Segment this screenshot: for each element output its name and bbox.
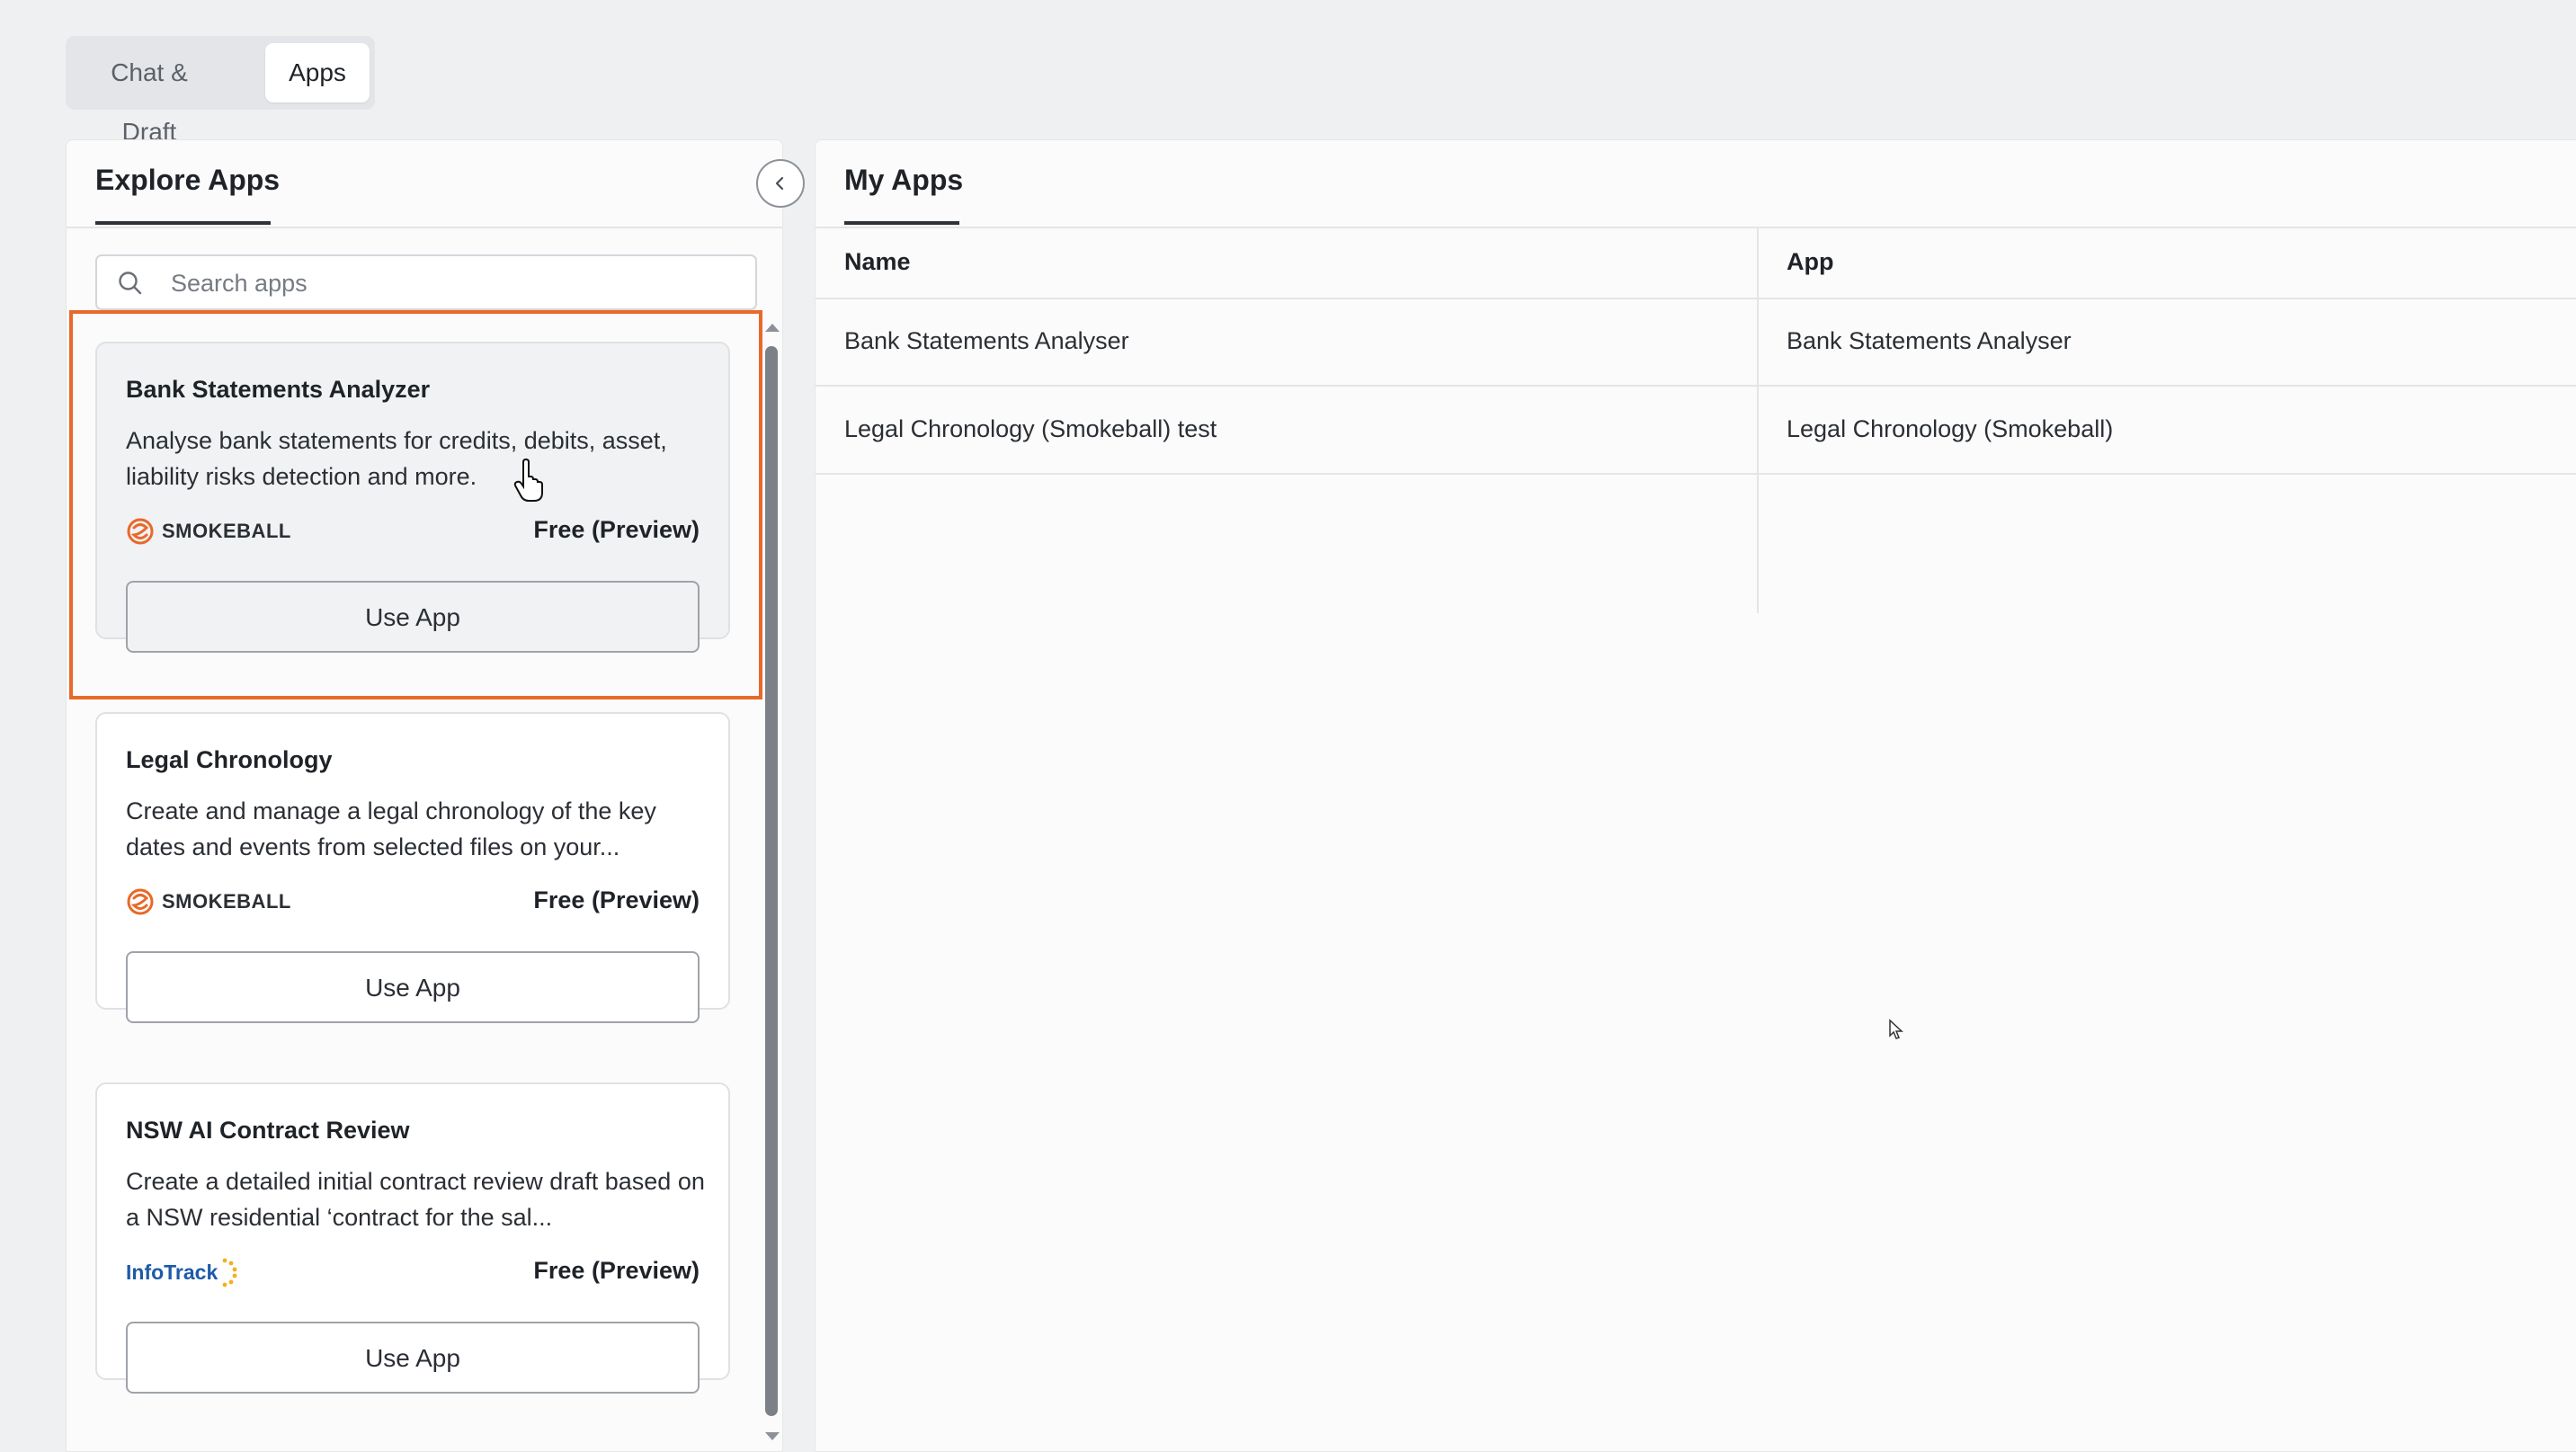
table-column-divider xyxy=(1757,227,1759,613)
collapse-panel-button[interactable] xyxy=(756,159,805,208)
smokeball-logo-icon xyxy=(127,888,154,915)
search-apps-input[interactable] xyxy=(169,262,730,305)
brand-name: SMOKEBALL xyxy=(162,890,291,913)
app-card-title: Bank Statements Analyzer xyxy=(126,376,431,403)
scrollbar-thumb[interactable] xyxy=(765,346,778,1416)
table-cell-app[interactable]: Bank Statements Analyser xyxy=(1787,327,2072,355)
app-price: Free (Preview) xyxy=(533,886,700,913)
table-cell-name[interactable]: Legal Chronology (Smokeball) test xyxy=(844,415,1217,443)
scroll-down-arrow-icon[interactable] xyxy=(762,1430,782,1443)
app-card-legal-chronology[interactable]: Legal Chronology Create and manage a leg… xyxy=(95,712,730,1023)
column-header-name[interactable]: Name xyxy=(844,248,911,276)
mode-tab-switcher: Chat & Draft Apps xyxy=(66,36,375,146)
table-cell-app[interactable]: Legal Chronology (Smokeball) xyxy=(1787,415,2113,443)
brand-name: SMOKEBALL xyxy=(162,520,291,542)
use-app-button[interactable]: Use App xyxy=(126,581,700,653)
app-card-bank-statements-analyzer[interactable]: Bank Statements Analyzer Analyse bank st… xyxy=(95,342,730,653)
explore-apps-tab-indicator xyxy=(95,221,271,225)
search-apps-field[interactable] xyxy=(95,254,757,310)
infotrack-logo: InfoTrack xyxy=(126,1257,239,1287)
my-apps-header: My Apps xyxy=(816,140,2576,228)
infotrack-dots-icon xyxy=(222,1258,237,1287)
explore-apps-title: Explore Apps xyxy=(95,164,281,196)
table-header-divider xyxy=(816,298,2576,299)
tab-apps[interactable]: Apps xyxy=(265,43,370,102)
app-card-nsw-ai-contract-review[interactable]: NSW AI Contract Review Create a detailed… xyxy=(95,1082,730,1394)
my-apps-tab-indicator xyxy=(844,221,959,225)
table-row-divider xyxy=(816,473,2576,475)
search-icon xyxy=(119,272,142,295)
brand-name: InfoTrack xyxy=(126,1260,218,1284)
tab-chat-draft[interactable]: Chat & Draft xyxy=(82,43,217,146)
chevron-left-icon xyxy=(775,176,784,191)
app-card-title: Legal Chronology xyxy=(126,746,333,773)
smokeball-logo-icon xyxy=(127,518,154,545)
column-header-app[interactable]: App xyxy=(1787,248,1833,276)
table-row-divider xyxy=(816,385,2576,387)
smokeball-logo: SMOKEBALL xyxy=(126,516,291,547)
app-price: Free (Preview) xyxy=(533,516,700,543)
app-card-description: Create and manage a legal chronology of … xyxy=(126,797,656,860)
app-card-description: Analyse bank statements for credits, deb… xyxy=(126,427,667,490)
table-cell-name[interactable]: Bank Statements Analyser xyxy=(844,327,1129,355)
app-card-title: NSW AI Contract Review xyxy=(126,1117,410,1144)
arrow-cursor-icon xyxy=(1889,1019,1903,1039)
scroll-up-arrow-icon[interactable] xyxy=(762,320,782,334)
use-app-button[interactable]: Use App xyxy=(126,951,700,1023)
use-app-button[interactable]: Use App xyxy=(126,1322,700,1394)
my-apps-title: My Apps xyxy=(844,164,964,196)
hand-cursor-icon xyxy=(513,459,543,502)
smokeball-logo: SMOKEBALL xyxy=(126,886,291,917)
app-price: Free (Preview) xyxy=(533,1257,700,1284)
my-apps-panel: My Apps Name App Bank Statements Analyse… xyxy=(815,139,2576,1452)
app-card-description: Create a detailed initial contract revie… xyxy=(126,1168,705,1231)
explore-apps-header: Explore Apps xyxy=(67,140,782,228)
